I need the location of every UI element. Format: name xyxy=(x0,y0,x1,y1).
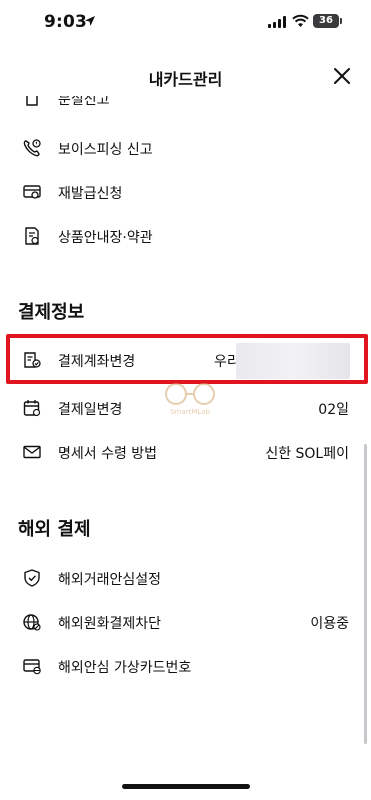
wifi-icon xyxy=(292,14,309,27)
section-title-payment-info: 결제정보 xyxy=(18,302,85,323)
document-info-icon xyxy=(25,227,39,245)
cellular-signal-icon xyxy=(268,16,286,28)
battery-tip xyxy=(340,18,342,24)
menu-label: 결제일변경 xyxy=(58,402,123,418)
menu-label: 해외원화결제차단 xyxy=(58,616,162,632)
dcc-block-value: 이용중 xyxy=(310,616,349,632)
menu-label: 명세서 수령 방법 xyxy=(58,446,158,462)
status-time: 9:03 xyxy=(44,12,88,32)
phone-alert-icon xyxy=(23,139,41,157)
location-arrow-icon xyxy=(85,16,95,26)
menu-label: 상품안내장·약관 xyxy=(58,230,153,246)
menu-label: 보이스피싱 신고 xyxy=(58,142,153,158)
menu-item-virtual-card-number[interactable]: 해외안심 가상카드번호 xyxy=(0,644,371,688)
menu-item-reissue[interactable]: 재발급신청 xyxy=(0,170,371,214)
shield-check-icon xyxy=(24,569,40,587)
close-icon[interactable] xyxy=(330,64,354,88)
menu-item-statement-method[interactable]: 명세서 수령 방법 신한 SOL페이 xyxy=(0,430,371,474)
calendar-icon xyxy=(23,400,41,417)
home-indicator[interactable] xyxy=(122,784,250,789)
envelope-icon xyxy=(23,445,41,459)
battery-icon: 36 xyxy=(313,14,339,28)
card-globe-icon xyxy=(23,659,41,675)
header: 내카드관리 xyxy=(0,52,371,100)
status-bar: 9:03 36 xyxy=(0,0,371,44)
watermark-logo: SmartMLab xyxy=(156,378,224,432)
menu-label: 해외안심 가상카드번호 xyxy=(58,660,192,676)
menu-label: 재발급신청 xyxy=(58,186,123,202)
masked-account-number xyxy=(236,343,350,379)
menu-label: 결제계좌변경 xyxy=(58,354,136,370)
menu-item-voice-phishing[interactable]: 보이스피싱 신고 xyxy=(0,126,371,170)
statement-method-value: 신한 SOL페이 xyxy=(265,446,349,462)
menu-item-terms[interactable]: 상품안내장·약관 xyxy=(0,214,371,258)
globe-icon xyxy=(23,614,41,631)
scrollbar[interactable] xyxy=(364,444,367,744)
menu-item-dcc-block[interactable]: 해외원화결제차단 이용중 xyxy=(0,600,371,644)
payment-date-value: 02일 xyxy=(318,402,349,418)
page-title: 내카드관리 xyxy=(148,70,223,89)
menu-label: 분실신고 xyxy=(58,96,110,108)
menu-item-overseas-safety[interactable]: 해외거래안심설정 xyxy=(0,556,371,600)
lost-card-icon xyxy=(26,96,38,106)
menu-label: 해외거래안심설정 xyxy=(58,572,162,588)
card-reissue-icon xyxy=(23,185,41,199)
watermark-text: SmartMLab xyxy=(170,408,210,416)
menu-item-lost-report[interactable]: 분실신고 xyxy=(0,96,371,118)
section-title-overseas: 해외 결제 xyxy=(18,519,91,540)
account-change-icon xyxy=(24,352,41,368)
